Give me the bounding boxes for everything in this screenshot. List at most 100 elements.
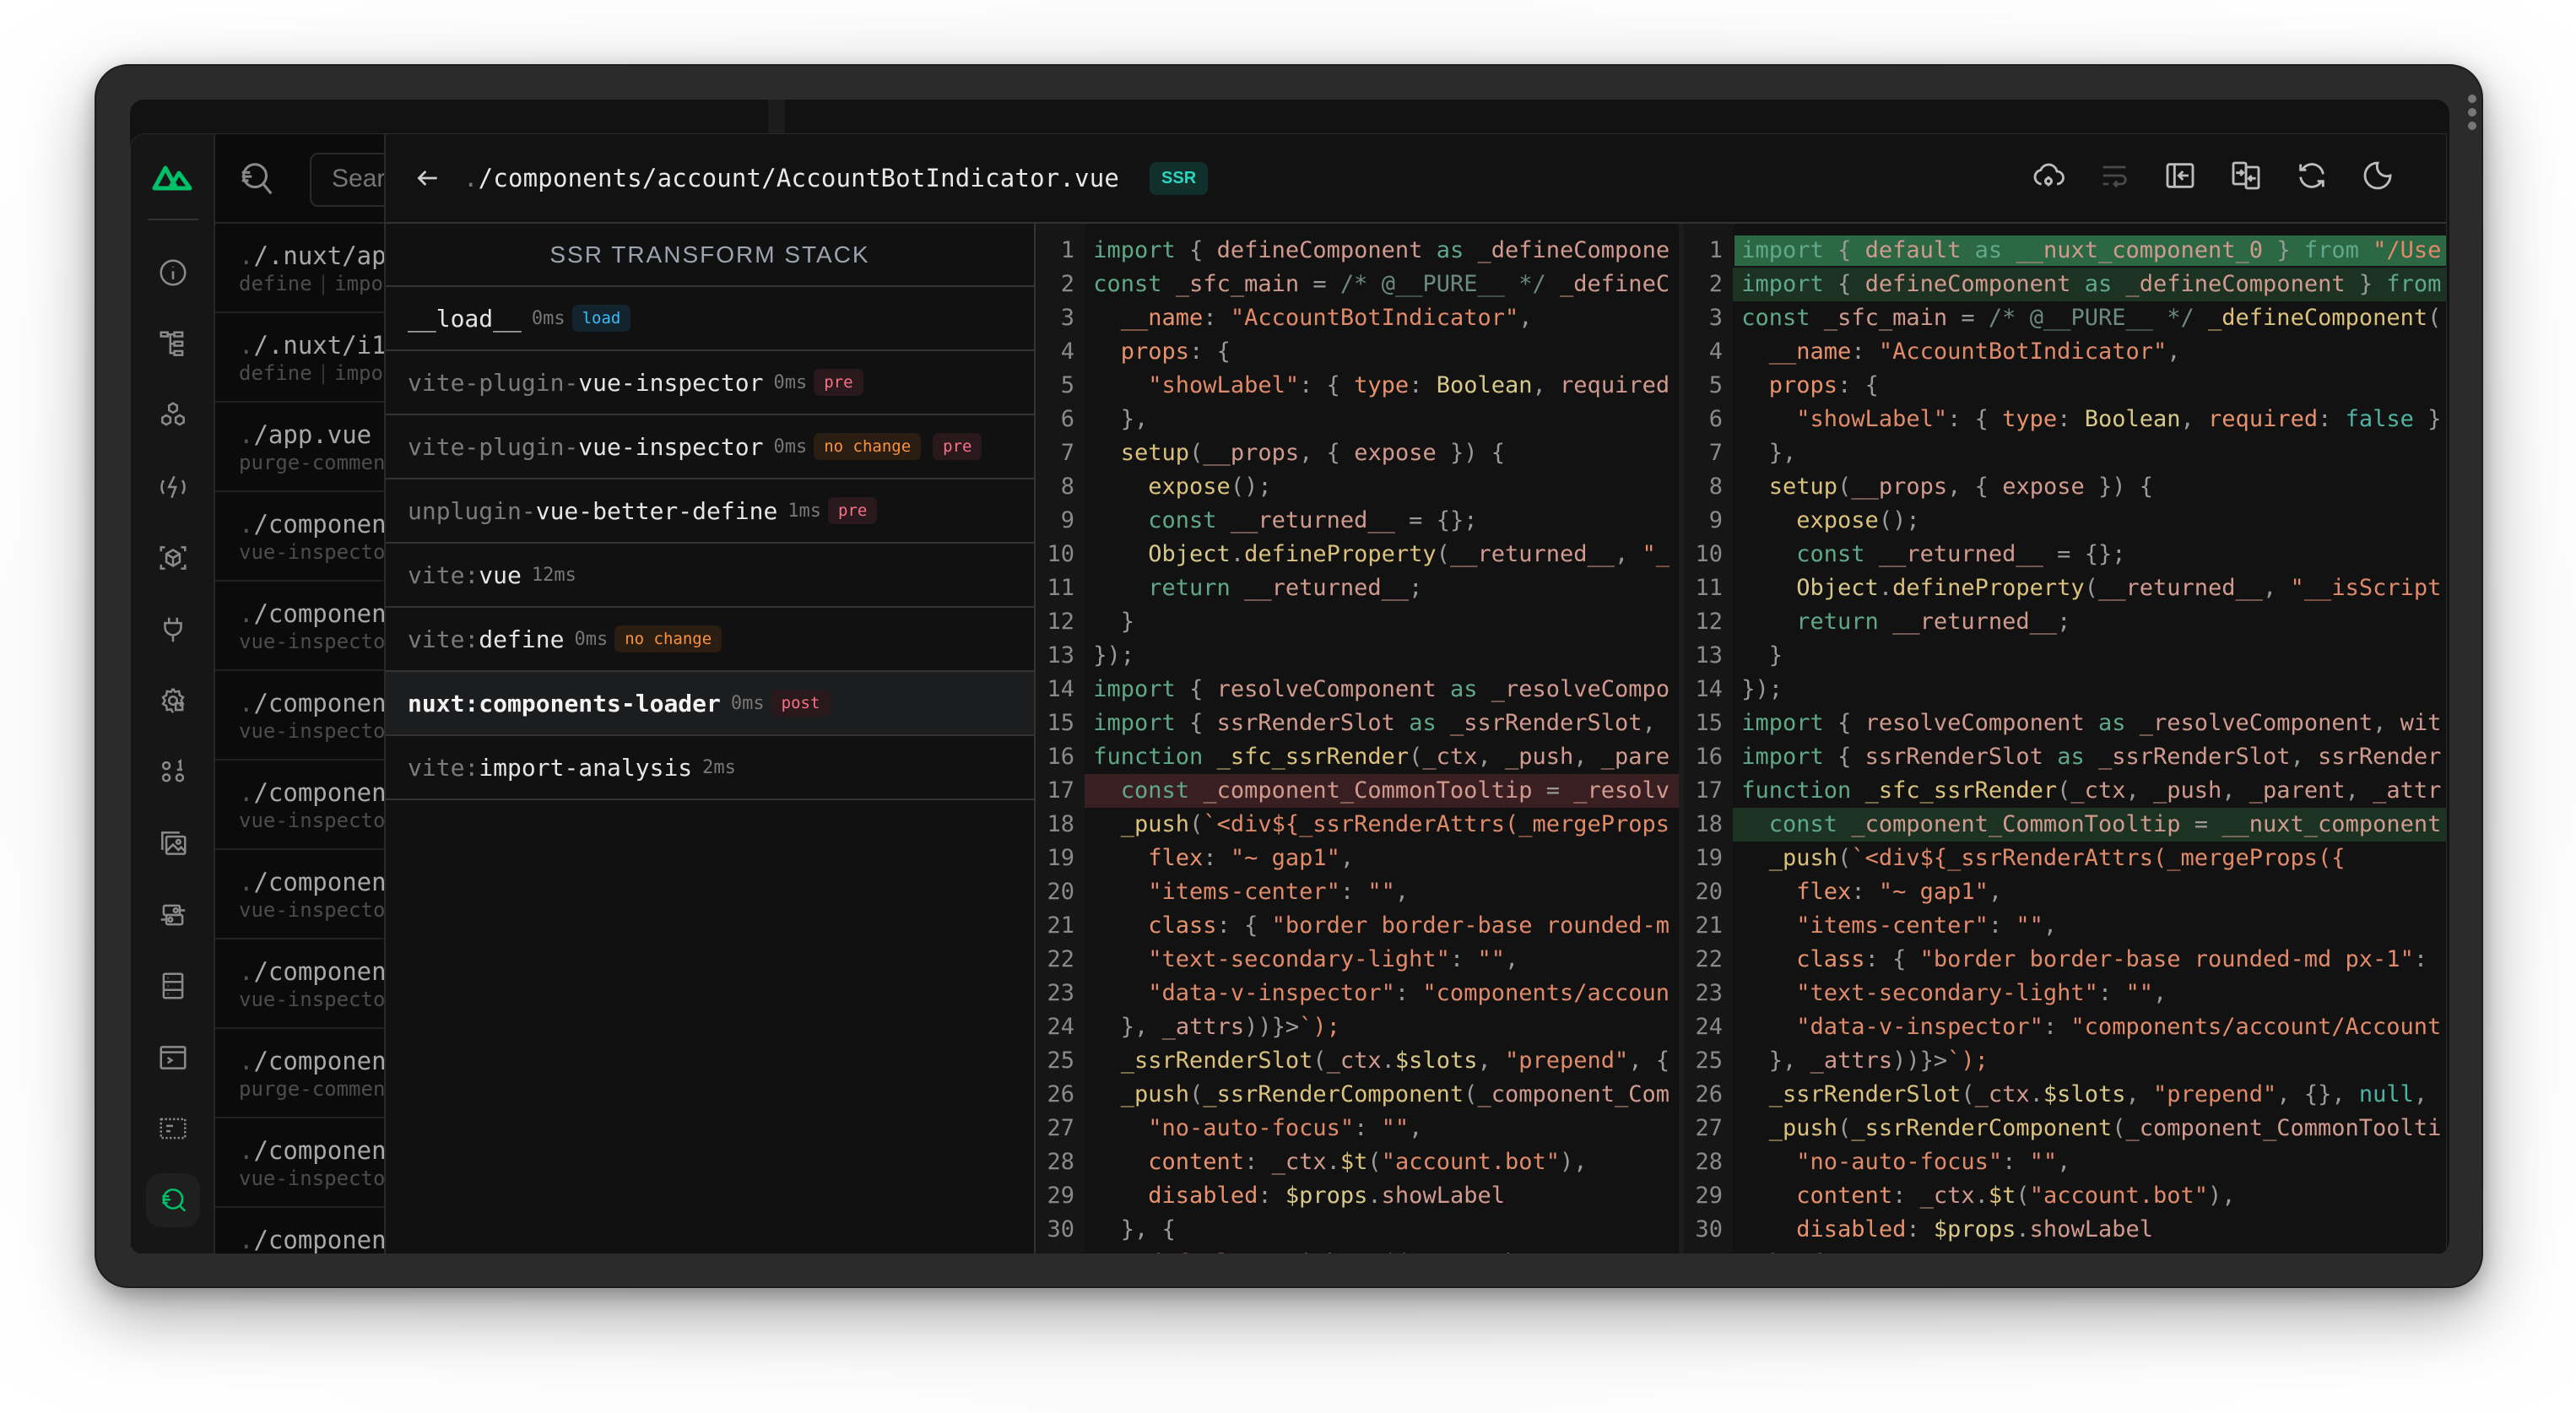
- line-number: 13: [1047, 642, 1074, 669]
- module-path-text: /components: [253, 510, 386, 539]
- code-line: 27 _push(_ssrRenderComponent(_component_…: [1684, 1112, 2446, 1145]
- sidebar-item-components[interactable]: [146, 388, 200, 442]
- code-text: Object.defineProperty(__returned__, "_: [1148, 541, 1670, 567]
- module-list-item[interactable]: ./.nuxt/i18ndefine|import-analysis: [215, 313, 384, 403]
- module-list-item[interactable]: ./componentspurge-comments: [215, 1029, 384, 1118]
- detail-header: ./components/account/AccountBotIndicator…: [386, 134, 2446, 224]
- code-line: 10 Object.defineProperty(__returned__, "…: [1036, 538, 1679, 571]
- code-line: 4 props: {: [1036, 335, 1679, 369]
- code-text: props: {: [1120, 338, 1231, 365]
- code-text: content: _ctx.$t("account.bot"),: [1148, 1149, 1588, 1175]
- top-resize-handle[interactable]: [768, 100, 785, 133]
- code-after-pane[interactable]: 1 import { default as __nuxt_component_0…: [1684, 224, 2446, 1253]
- sidebar-item-terminals[interactable]: [146, 1031, 200, 1085]
- module-path-dot: .: [239, 510, 254, 539]
- module-path: ./components: [239, 956, 384, 987]
- sidebar-item-vscode[interactable]: [146, 1244, 200, 1253]
- line-number: 25: [1047, 1048, 1074, 1074]
- module-list-item[interactable]: ./componentsvue-inspector: [215, 492, 384, 582]
- toggle-panel-button[interactable]: [2162, 158, 2198, 193]
- module-list-item[interactable]: ./componentsvue-inspector: [215, 582, 384, 671]
- separator: |: [317, 272, 330, 295]
- code-line: 22 "text-secondary-light": "",: [1036, 943, 1679, 977]
- sidebar-item-modules[interactable]: [146, 531, 200, 585]
- module-list-item[interactable]: ./.nuxt/appdefine|import-analysis: [215, 224, 384, 313]
- code-before-pane[interactable]: 1 import { defineComponent as _defineCom…: [1036, 224, 1684, 1253]
- transform-stack-item[interactable]: vite: import-analysis 2ms: [386, 736, 1034, 800]
- line-number: 9: [1708, 507, 1723, 533]
- line-number: 22: [1695, 946, 1723, 972]
- sidebar-item-overview[interactable]: [146, 246, 200, 300]
- transform-stack-item[interactable]: vite-plugin-vue-inspector 0ms pre: [386, 351, 1034, 415]
- sidebar-item-runtime-config[interactable]: [146, 674, 200, 728]
- transform-stack-item[interactable]: vite-plugin-vue-inspector 0ms no change pre: [386, 415, 1034, 479]
- transform-stack-item[interactable]: __load__ 0ms load: [386, 287, 1034, 351]
- code-line: 26 _push(_ssrRenderComponent(_component_…: [1036, 1078, 1679, 1112]
- module-list-item[interactable]: ./componentsvue-inspector: [215, 671, 384, 761]
- sidebar-collapse-icon: [2166, 163, 2194, 188]
- line-wrap-button[interactable]: [2097, 158, 2132, 193]
- module-path-text: /components: [253, 778, 386, 807]
- code-text: }, {: [1728, 1250, 1824, 1253]
- transform-stack-item[interactable]: unplugin-vue-better-define 1ms pre: [386, 479, 1034, 544]
- code-text: setup(__props, { expose }) {: [1768, 474, 2154, 500]
- module-list-item[interactable]: ./componentsvue-inspector: [215, 1118, 384, 1208]
- code-text: expose();: [1148, 474, 1272, 500]
- code-text: "text-secondary-light": "",: [1148, 946, 1519, 972]
- code-line: 3 const _sfc_main = /* @__PURE__ */ _def…: [1684, 301, 2446, 335]
- window-menu-dots[interactable]: [2468, 95, 2476, 130]
- code-line: 12 return __returned__;: [1684, 605, 2446, 639]
- nuxt-logo-icon[interactable]: [151, 160, 195, 193]
- code-text: props: {: [1768, 372, 1879, 398]
- code-text: content: _ctx.$t("account.bot"),: [1796, 1183, 2236, 1209]
- code-text: "showLabel": { type: Boolean, required: …: [1796, 406, 2442, 432]
- code-line: 9 expose();: [1684, 504, 2446, 538]
- search-input[interactable]: [311, 154, 384, 203]
- plugin-name: define: [239, 272, 312, 295]
- line-number: 17: [1047, 777, 1074, 804]
- code-line-added: 2 import { defineComponent as _defineCom…: [1684, 268, 2446, 301]
- refresh-button[interactable]: [2294, 158, 2330, 193]
- line-number: 4: [1708, 338, 1723, 365]
- sidebar-item-imports[interactable]: [146, 460, 200, 514]
- sidebar-item-payload[interactable]: [146, 745, 200, 799]
- code-line: 19 _push(`<div${_ssrRenderAttrs(_mergePr…: [1684, 842, 2446, 875]
- transform-stack-item[interactable]: vite: vue 12ms: [386, 544, 1034, 608]
- code-line: 13 }: [1684, 639, 2446, 673]
- module-list-item[interactable]: ./componentsvue-inspector: [215, 1208, 384, 1253]
- plugin-name: vue-inspector: [239, 1167, 386, 1190]
- code-text: __name: "AccountBotIndicator",: [1120, 305, 1533, 331]
- module-list-item[interactable]: ./componentsvue-inspector: [215, 939, 384, 1029]
- module-list-item[interactable]: ./componentsvue-inspector: [215, 850, 384, 939]
- code-text: _ssrRenderSlot(_ctx.$slots, "prepend", {: [1120, 1048, 1670, 1074]
- code-line: 5 props: {: [1684, 369, 2446, 403]
- transform-stack-item[interactable]: nuxt: components-loader 0ms post: [386, 672, 1034, 736]
- module-plugins: vue-inspector: [239, 987, 384, 1012]
- sidebar-item-inspect[interactable]: [146, 1172, 200, 1227]
- diff-view-button[interactable]: [2228, 158, 2264, 193]
- module-plugins: vue-inspector: [239, 539, 384, 565]
- plugin-prefix: vite:: [408, 753, 479, 782]
- sidebar-item-hooks[interactable]: [146, 603, 200, 657]
- plugin-name: vue-better-define: [535, 496, 778, 525]
- lightning-circle-icon: [160, 475, 186, 498]
- module-list-item[interactable]: ./componentsvue-inspector: [215, 761, 384, 850]
- cloud-gear-button[interactable]: [2031, 158, 2066, 193]
- sidebar-item-server-routes[interactable]: [146, 888, 200, 942]
- back-button[interactable]: [411, 161, 445, 195]
- sidebar-item-assets[interactable]: [146, 816, 200, 870]
- sidebar-item-render-tree[interactable]: [146, 1102, 200, 1156]
- module-list-item[interactable]: ./app.vuepurge-comments: [215, 403, 384, 492]
- module-path-text: /components: [253, 957, 386, 986]
- code-line: 8 expose();: [1036, 470, 1679, 504]
- search-field[interactable]: [310, 153, 384, 207]
- module-path-dot: .: [239, 420, 254, 449]
- sidebar-item-storage[interactable]: [146, 959, 200, 1013]
- sidebar-item-pages[interactable]: [146, 317, 200, 371]
- theme-toggle-button[interactable]: [2360, 158, 2395, 193]
- transform-stack-item[interactable]: vite: define 0ms no change: [386, 608, 1034, 672]
- plugin-name: purge-comments: [239, 451, 386, 474]
- code-text: __name: "AccountBotIndicator",: [1768, 338, 2181, 365]
- code-text: _push(_ssrRenderComponent(_component_Com…: [1768, 1115, 2442, 1141]
- line-number: 18: [1695, 811, 1723, 837]
